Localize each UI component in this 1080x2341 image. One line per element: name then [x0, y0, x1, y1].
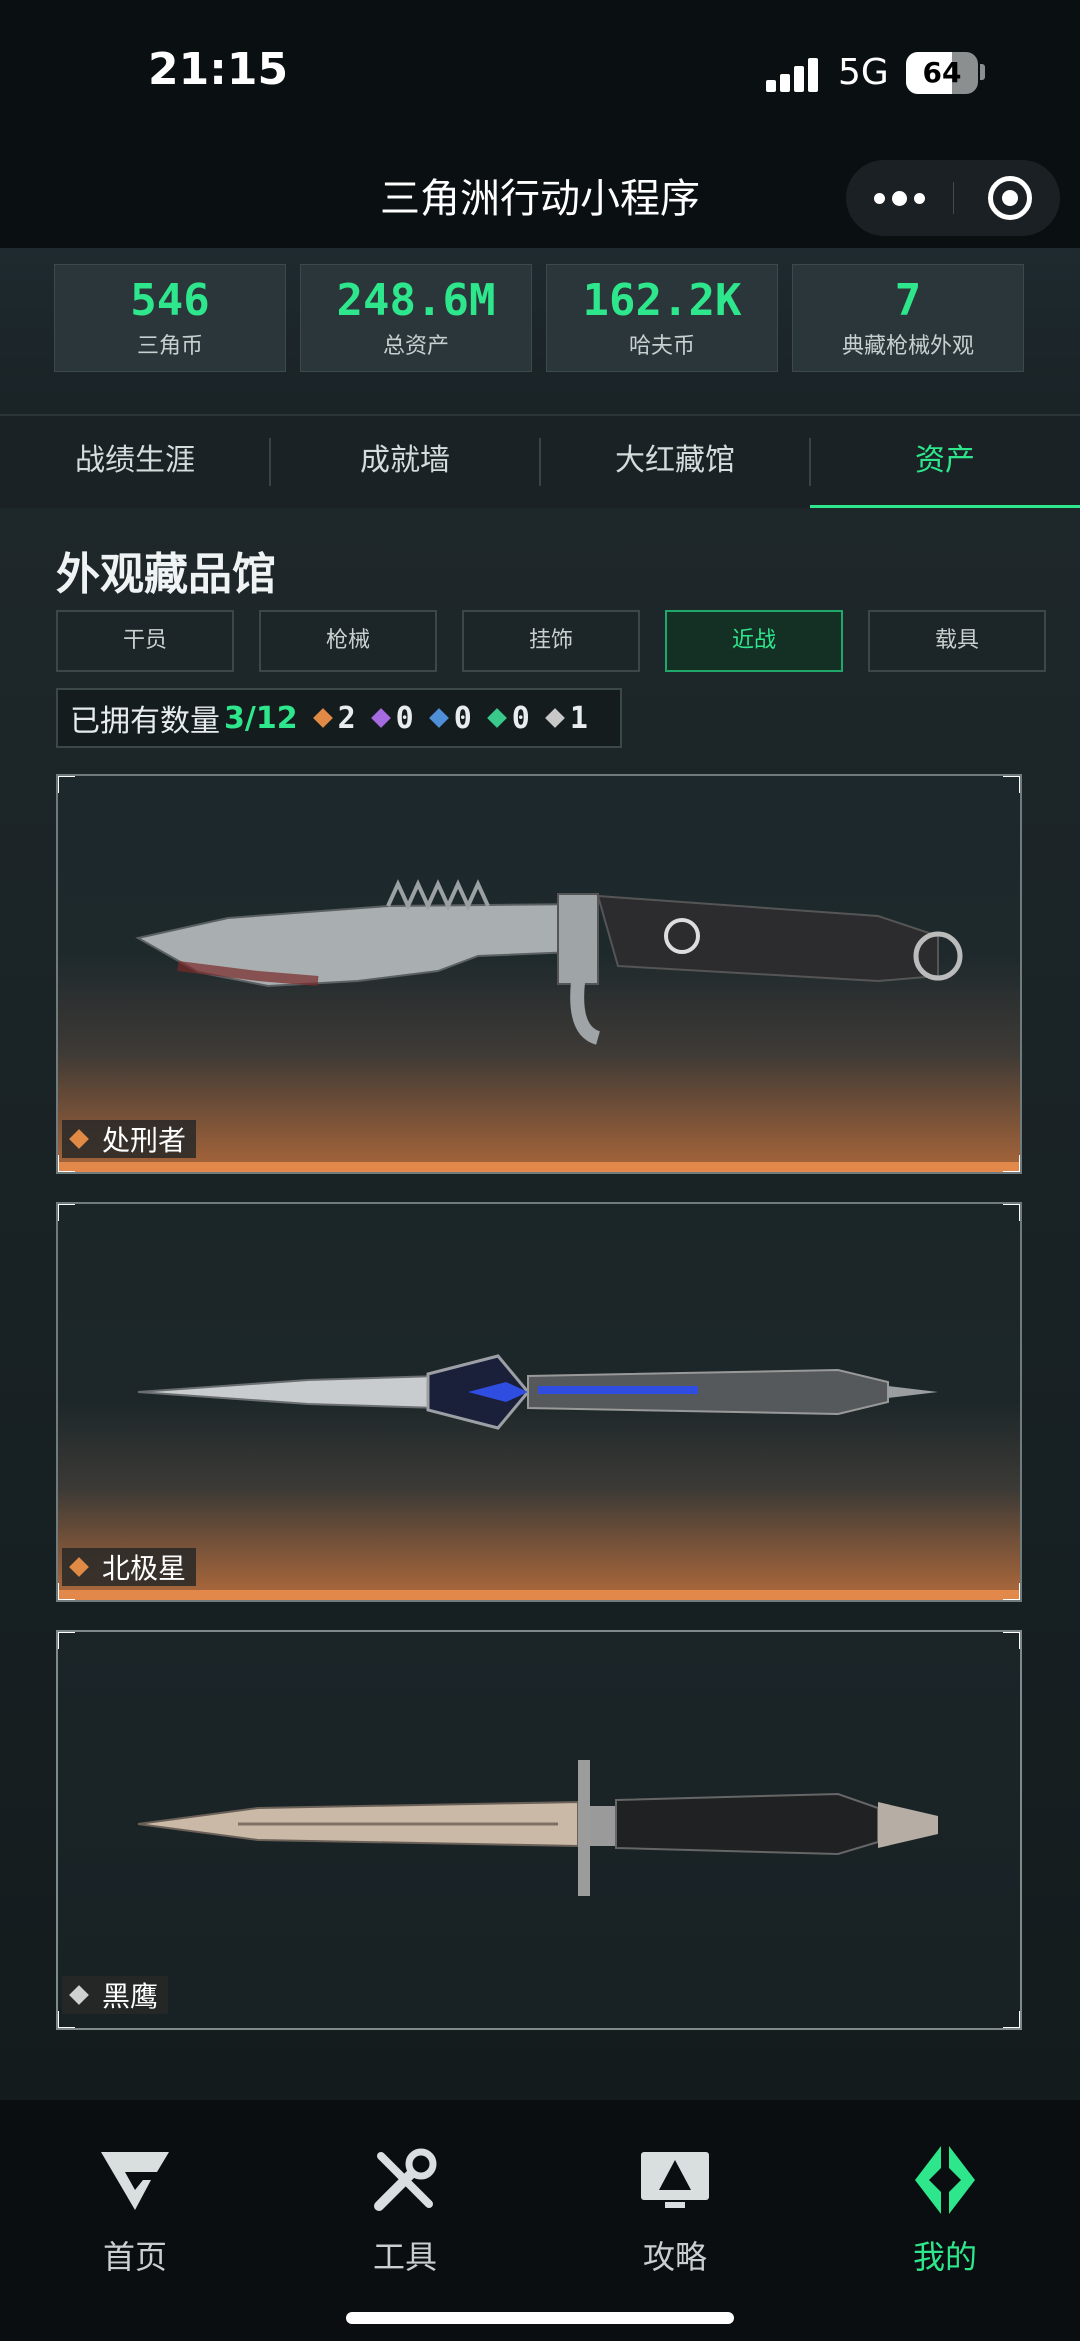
rarity-diamond-icon — [486, 708, 507, 728]
battery-percent: 64 — [922, 56, 962, 89]
owned-label: 已拥有数量 — [70, 704, 220, 739]
rarity-blue: 0 — [428, 701, 472, 736]
capsule-menu — [846, 160, 1060, 236]
tab-assets[interactable]: 资产 — [810, 416, 1080, 508]
stat-label: 三角币 — [136, 334, 203, 359]
rarity-white: 1 — [544, 701, 588, 736]
category-operators[interactable]: 干员 — [56, 610, 234, 672]
stat-value: 162.2K — [582, 275, 742, 326]
knife-card[interactable]: 处刑者 — [56, 774, 1022, 1174]
stat-label: 总资产 — [382, 334, 449, 359]
more-button[interactable] — [846, 160, 953, 236]
signal-icon — [766, 56, 826, 92]
more-dot-icon — [892, 190, 907, 206]
rarity-orange: 2 — [312, 701, 356, 736]
knife-card[interactable]: 北极星 — [56, 1202, 1022, 1602]
tab-red-collection[interactable]: 大红藏馆 — [540, 416, 810, 508]
rarity-diamond-icon — [312, 708, 333, 728]
rarity-diamond-icon — [69, 1985, 89, 2005]
stat-card-delta-coin: 546 三角币 — [54, 264, 286, 372]
stat-label: 哈夫币 — [628, 334, 695, 359]
knife-image — [137, 1760, 938, 1896]
knife-name-label: 北极星 — [62, 1548, 197, 1586]
knife-image — [135, 879, 963, 1045]
battery-icon: 64 — [906, 52, 978, 94]
stat-label: 典藏枪械外观 — [841, 334, 974, 359]
more-dot-icon — [914, 192, 925, 204]
knife-card[interactable]: 黑鹰 — [56, 1630, 1022, 2030]
owned-count-bar: 已拥有数量 3/12 2 0 0 0 1 — [56, 688, 622, 748]
bottom-nav-label: 工具 — [372, 2238, 437, 2276]
main-content: 外观藏品馆 干员 枪械 挂饰 近战 载具 已拥有数量 3/12 2 0 0 0 … — [0, 508, 1080, 2100]
bottom-nav-label: 首页 — [102, 2238, 167, 2276]
bottom-nav-profile[interactable]: 我的 — [810, 2140, 1080, 2278]
category-guns[interactable]: 枪械 — [259, 610, 437, 672]
network-type: 5G — [838, 52, 889, 93]
bottom-navigation: 首页 工具 攻略 我的 — [0, 2100, 1080, 2341]
rarity-diamond-icon — [69, 1557, 89, 1577]
close-target-icon[interactable] — [988, 176, 1032, 220]
stats-panel: 546 三角币 248.6M 总资产 162.2K 哈夫币 7 典藏枪械外观 — [0, 248, 1080, 414]
stat-value: 546 — [130, 275, 210, 326]
bottom-nav-guide[interactable]: 攻略 — [540, 2140, 810, 2278]
category-charms[interactable]: 挂饰 — [462, 610, 640, 672]
stat-card-haf-coin: 162.2K 哈夫币 — [546, 264, 778, 372]
category-vehicles[interactable]: 载具 — [868, 610, 1046, 672]
stat-value: 7 — [894, 275, 922, 326]
rarity-base-bar — [58, 1162, 1020, 1172]
profile-brand-icon — [905, 2140, 985, 2220]
rarity-diamond-icon — [544, 708, 565, 728]
knife-name-label: 处刑者 — [62, 1120, 197, 1158]
bottom-nav-home[interactable]: 首页 — [0, 2140, 270, 2278]
rarity-green: 0 — [486, 701, 530, 736]
clock: 21:15 — [148, 44, 289, 95]
mini-program-header: 三角洲行动小程序 — [0, 150, 1080, 248]
bottom-nav-label: 攻略 — [642, 2238, 707, 2276]
tab-career[interactable]: 战绩生涯 — [0, 416, 270, 508]
knife-image — [137, 1354, 938, 1430]
tab-bar: 战绩生涯 成就墙 大红藏馆 资产 — [0, 414, 1080, 510]
battery-cap — [980, 64, 985, 80]
more-dot-icon — [874, 192, 885, 204]
capsule-divider — [953, 182, 954, 214]
owned-count: 3/12 — [224, 700, 298, 736]
status-bar: 21:15 5G 64 — [0, 0, 1080, 150]
tools-icon — [365, 2140, 445, 2220]
rarity-diamond-icon — [69, 1129, 89, 1149]
home-indicator — [346, 2312, 734, 2324]
rarity-diamond-icon — [370, 708, 391, 728]
category-melee[interactable]: 近战 — [665, 610, 843, 672]
bottom-nav-label: 我的 — [912, 2238, 977, 2276]
rarity-diamond-icon — [428, 708, 449, 728]
stat-value: 248.6M — [336, 275, 496, 326]
stat-card-collection-skins: 7 典藏枪械外观 — [792, 264, 1024, 372]
section-title: 外观藏品馆 — [56, 549, 276, 600]
rarity-base-bar — [58, 1590, 1020, 1600]
delta-logo-icon — [95, 2140, 175, 2220]
bottom-nav-tools[interactable]: 工具 — [270, 2140, 540, 2278]
guide-monitor-icon — [635, 2140, 715, 2220]
knife-name-label: 黑鹰 — [62, 1976, 169, 2014]
stat-card-total-assets: 248.6M 总资产 — [300, 264, 532, 372]
rarity-purple: 0 — [370, 701, 414, 736]
tab-achievements[interactable]: 成就墙 — [270, 416, 540, 508]
